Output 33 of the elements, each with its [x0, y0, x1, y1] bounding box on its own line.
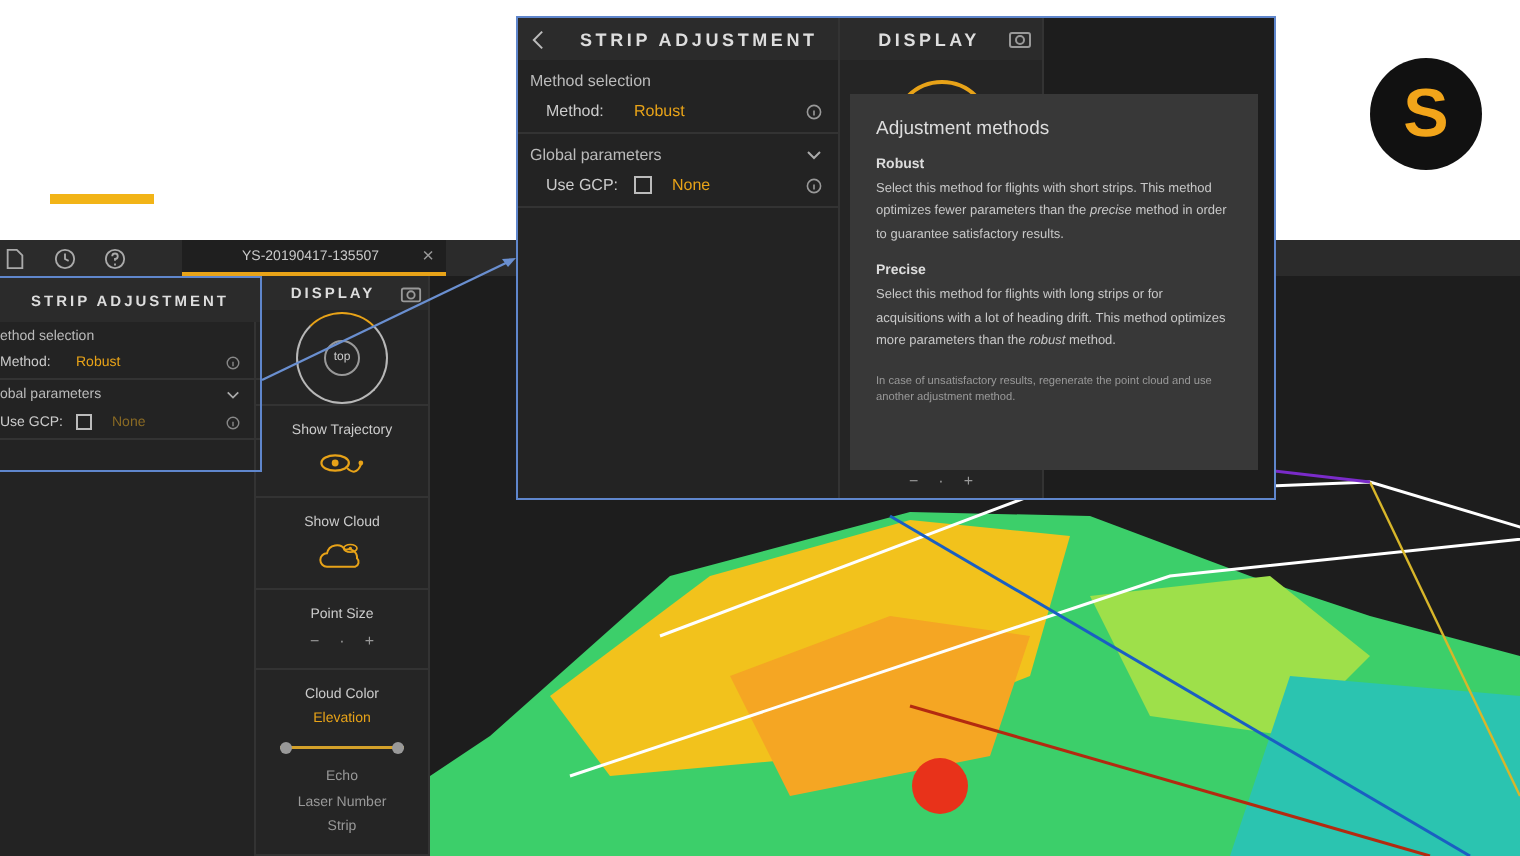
stepper-button[interactable]: +	[963, 472, 973, 490]
chevron-icon[interactable]	[806, 150, 822, 160]
section-label: Method selection	[530, 72, 651, 90]
stepper-button[interactable]: −	[309, 631, 320, 650]
camera-icon[interactable]	[399, 283, 422, 304]
field-label: Method:	[546, 102, 606, 120]
stepper-button[interactable]: ·	[339, 631, 345, 650]
panel-title: DISPLAY	[878, 29, 980, 49]
close-icon[interactable]: ×	[422, 245, 434, 267]
gcp-value: None	[672, 176, 713, 194]
camera-icon[interactable]	[1007, 28, 1032, 50]
help-icon[interactable]	[104, 247, 126, 269]
field-label: Use GCP:	[546, 176, 621, 194]
section-label: Global parameters	[530, 146, 662, 164]
history-icon[interactable]	[54, 247, 76, 269]
new-file-icon[interactable]	[4, 247, 26, 269]
method-dropdown[interactable]: Robust	[634, 102, 806, 120]
panel-title: STRIP ADJUSTMENT	[580, 29, 818, 49]
checkbox[interactable]	[634, 176, 652, 194]
logo-badge: S	[1370, 58, 1482, 170]
info-icon[interactable]	[226, 356, 240, 370]
chevron-icon[interactable]	[226, 390, 240, 400]
tooltip-title: Adjustment methods	[876, 118, 1052, 140]
stepper-button[interactable]: ·	[938, 472, 944, 490]
range-slider[interactable]	[280, 741, 404, 754]
checkbox[interactable]	[76, 414, 92, 430]
info-icon[interactable]	[226, 415, 240, 429]
accent-bar	[50, 194, 154, 204]
back-icon[interactable]	[532, 29, 544, 49]
stepper-button[interactable]: −	[908, 472, 919, 490]
info-icon[interactable]	[806, 103, 822, 119]
info-icon[interactable]	[806, 177, 822, 193]
stepper-button[interactable]: +	[364, 631, 374, 650]
